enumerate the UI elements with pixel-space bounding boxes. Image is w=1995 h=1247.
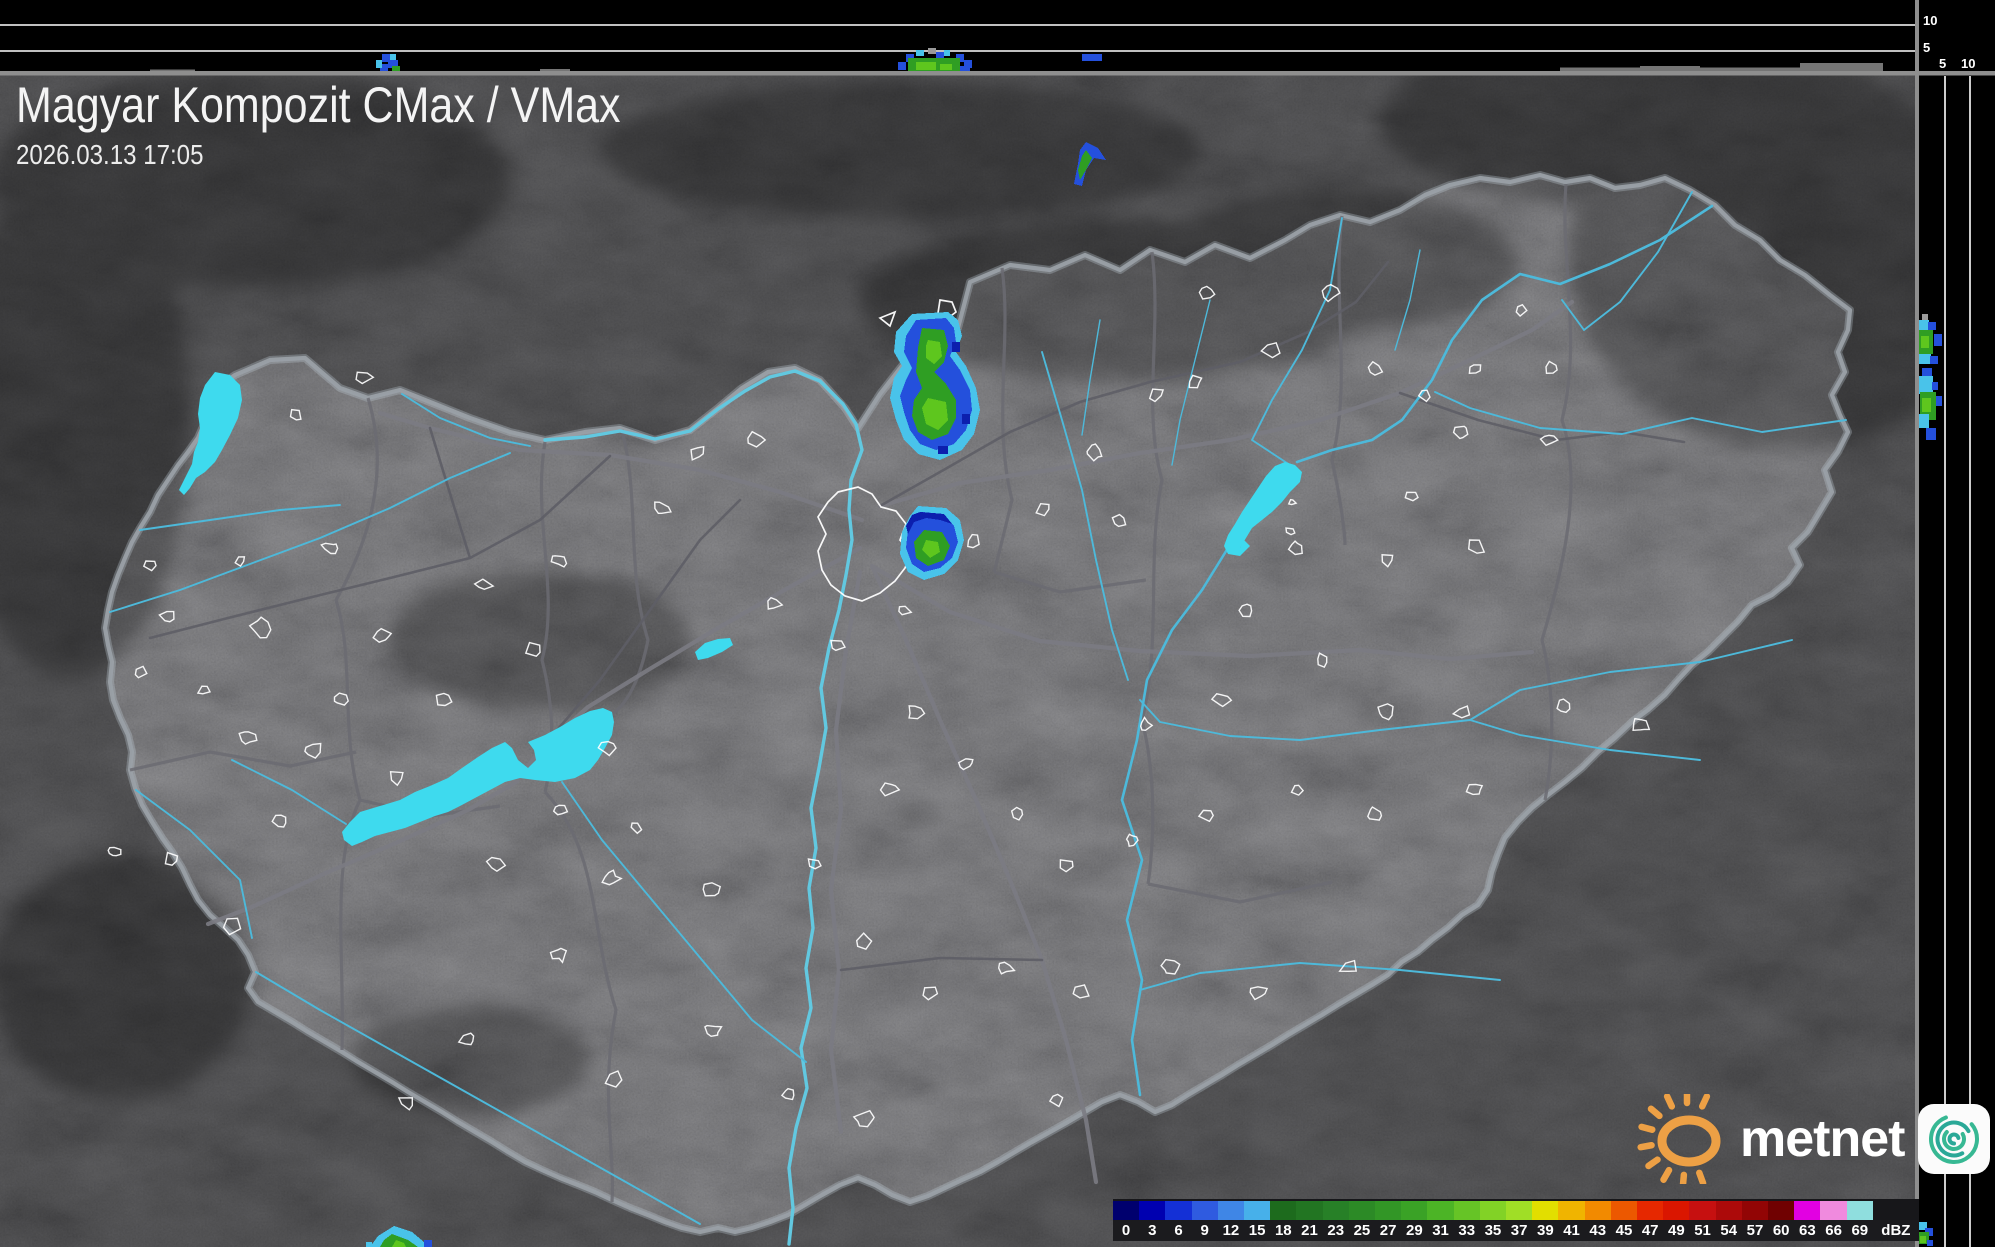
legend-color-segment bbox=[1689, 1201, 1716, 1220]
legend-color-segment bbox=[1191, 1201, 1218, 1220]
legend-tick-label: 18 bbox=[1274, 1222, 1292, 1239]
right-height-profile bbox=[1919, 0, 1995, 1247]
legend-color-segment bbox=[1401, 1201, 1428, 1220]
legend-tick-label: 51 bbox=[1694, 1222, 1711, 1239]
legend-color-segment bbox=[1768, 1201, 1795, 1220]
legend-tick-label: 69 bbox=[1851, 1222, 1869, 1239]
spiral-icon bbox=[1929, 1114, 1980, 1164]
legend-tick-label: 35 bbox=[1484, 1222, 1502, 1239]
legend-color-segment bbox=[1322, 1201, 1349, 1220]
top-height-profile bbox=[0, 0, 1915, 72]
profile-baseline-horizontal bbox=[0, 71, 1995, 76]
legend-tick-label: 57 bbox=[1746, 1222, 1764, 1239]
timestamp: 2026.03.13 17:05 bbox=[16, 139, 204, 170]
legend-color-segment bbox=[1453, 1201, 1480, 1220]
legend-tick-label: 31 bbox=[1432, 1222, 1449, 1239]
sun-icon bbox=[1637, 1094, 1721, 1184]
legend-color-segment bbox=[1637, 1201, 1664, 1220]
dbz-legend: 0 3 6 9 12 15 18 21 23 25 27 29 31 33 35 37 39 41 43 45 47 49… bbox=[1113, 1199, 1919, 1241]
legend-color-segment bbox=[1244, 1201, 1271, 1220]
legend-tick-label: 21 bbox=[1301, 1222, 1318, 1239]
legend-color-segment bbox=[1506, 1201, 1533, 1220]
legend-color-segment bbox=[1296, 1201, 1323, 1220]
legend-color-segment bbox=[1479, 1201, 1507, 1220]
legend-tick-label: 3 bbox=[1148, 1222, 1157, 1239]
profile-baseline-vertical bbox=[1915, 0, 1919, 1247]
legend-color-segment bbox=[1217, 1201, 1245, 1220]
legend-tick-label: 49 bbox=[1668, 1222, 1685, 1239]
legend-color-segment bbox=[1113, 1201, 1140, 1220]
legend-tick-label: 43 bbox=[1589, 1222, 1607, 1239]
legend-tick-label: 66 bbox=[1825, 1222, 1842, 1239]
legend-tick-label: 37 bbox=[1510, 1222, 1528, 1239]
legend-tick-label: 12 bbox=[1222, 1222, 1240, 1239]
legend-color-segment bbox=[1532, 1201, 1559, 1220]
top-axis-label-10km: 10 bbox=[1923, 13, 1938, 28]
metnet-app-icon[interactable] bbox=[1918, 1104, 1991, 1174]
legend-color-segment bbox=[1558, 1201, 1585, 1220]
legend-tick-label: 54 bbox=[1720, 1222, 1738, 1239]
right-axis-label-10km: 10 bbox=[1961, 56, 1976, 71]
legend-tick-label: 23 bbox=[1327, 1222, 1345, 1239]
legend-unit-label: dBZ bbox=[1881, 1222, 1911, 1239]
legend-tick-label: 41 bbox=[1563, 1222, 1580, 1239]
right-axis-label-5km: 5 bbox=[1939, 56, 1947, 71]
legend-tick-label: 45 bbox=[1615, 1222, 1633, 1239]
top-axis-label-5km: 5 bbox=[1923, 40, 1931, 55]
hungary-map[interactable] bbox=[0, 30, 1995, 1247]
legend-tick-label: 0 bbox=[1121, 1222, 1131, 1239]
dbz-tick-labels: 0 3 6 9 12 15 18 21 23 25 27 29 31 33 35 37 39 41 43 45 47 49… bbox=[1113, 1220, 1919, 1241]
legend-color-segment bbox=[1270, 1201, 1297, 1220]
legend-tick-label: 25 bbox=[1353, 1222, 1371, 1239]
legend-tick-label: 39 bbox=[1537, 1222, 1554, 1239]
legend-tick-label: 60 bbox=[1772, 1222, 1790, 1239]
legend-color-segment bbox=[1663, 1201, 1690, 1220]
legend-tick-label: 47 bbox=[1641, 1222, 1659, 1239]
metnet-wordmark: metnet bbox=[1740, 1110, 1905, 1168]
legend-color-segment bbox=[1741, 1201, 1769, 1220]
legend-color-segment bbox=[1139, 1201, 1166, 1220]
legend-color-segment bbox=[1794, 1201, 1821, 1220]
legend-color-segment bbox=[1427, 1201, 1454, 1220]
legend-color-segment bbox=[1165, 1201, 1192, 1220]
legend-tick-label: 63 bbox=[1799, 1222, 1816, 1239]
radar-app-window: Magyar Kompozit CMax / VMax 2026.03.13 1… bbox=[0, 0, 1995, 1247]
title-block: Magyar Kompozit CMax / VMax 2026.03.13 1… bbox=[16, 78, 621, 171]
legend-tick-label: 29 bbox=[1405, 1222, 1423, 1239]
page-title: Magyar Kompozit CMax / VMax bbox=[16, 77, 621, 133]
legend-color-segment bbox=[1820, 1201, 1847, 1220]
legend-tick-label: 9 bbox=[1200, 1222, 1209, 1239]
composite-radar-graphic bbox=[0, 0, 1995, 1247]
legend-color-segment bbox=[1715, 1201, 1742, 1220]
legend-tick-label: 33 bbox=[1458, 1222, 1476, 1239]
legend-color-segment bbox=[1375, 1201, 1402, 1220]
legend-tick-label: 15 bbox=[1248, 1222, 1266, 1239]
legend-color-segment bbox=[1610, 1201, 1638, 1220]
legend-color-segment bbox=[1348, 1201, 1376, 1220]
legend-tick-label: 6 bbox=[1174, 1222, 1183, 1239]
metnet-branding[interactable]: metnet bbox=[1628, 1094, 1991, 1184]
legend-color-segment bbox=[1584, 1201, 1611, 1220]
dbz-colorbar bbox=[1113, 1201, 1919, 1220]
legend-color-segment bbox=[1846, 1201, 1873, 1220]
legend-tick-label: 27 bbox=[1379, 1222, 1397, 1239]
